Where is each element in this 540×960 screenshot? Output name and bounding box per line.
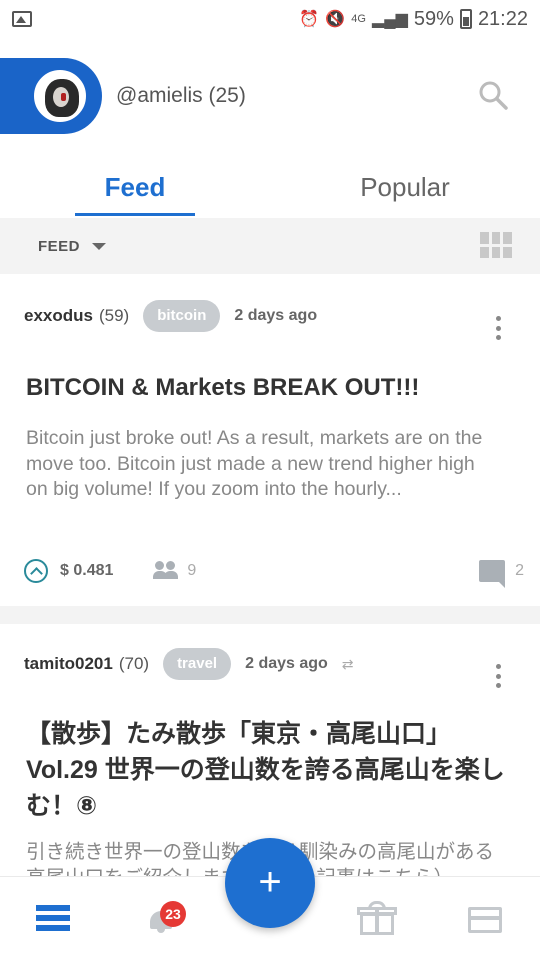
upvote-icon[interactable]	[24, 559, 48, 583]
wallet-icon[interactable]	[468, 907, 502, 933]
post-author[interactable]: tamito0201	[24, 654, 113, 674]
avatar-button[interactable]	[0, 58, 102, 134]
app-header: @amielis (25)	[0, 58, 540, 136]
post-card[interactable]: tamito0201 (70) travel 2 days ago ⇄ 【散歩】…	[0, 624, 540, 889]
post-tag[interactable]: bitcoin	[143, 300, 221, 332]
signal-icon: ▂▄▆	[371, 11, 408, 28]
post-author[interactable]: exxodus	[24, 306, 93, 326]
status-bar: ⏰ 🔇 4G ▂▄▆ 59% 21:22	[0, 0, 540, 38]
clock: 21:22	[477, 7, 528, 30]
voters-icon[interactable]	[153, 561, 181, 581]
chevron-down-icon[interactable]	[92, 242, 107, 250]
gift-icon[interactable]	[357, 901, 397, 935]
mute-icon: 🔇	[325, 11, 346, 28]
more-options-icon[interactable]	[496, 664, 502, 688]
more-options-icon[interactable]	[496, 316, 502, 340]
grid-view-icon[interactable]	[480, 232, 512, 258]
resteem-icon: ⇄	[341, 655, 354, 672]
alarm-icon: ⏰	[299, 11, 320, 28]
avatar[interactable]	[34, 70, 86, 122]
voter-count[interactable]: 9	[187, 562, 196, 580]
post-meta: tamito0201 (70) travel 2 days ago ⇄	[24, 648, 354, 680]
comment-count[interactable]: 2	[515, 562, 524, 580]
post-time: 2 days ago	[245, 655, 328, 672]
post-title[interactable]: 【散歩】たみ散歩「東京・高尾山口」Vol.29 世界一の登山数を誇る高尾山を楽し…	[26, 716, 516, 824]
comment-icon[interactable]	[479, 560, 506, 588]
divider	[0, 606, 540, 624]
post-card[interactable]: exxodus (59) bitcoin 2 days ago BITCOIN …	[0, 276, 540, 606]
network-label: 4G	[351, 13, 366, 25]
post-tag[interactable]: travel	[163, 648, 232, 680]
tab-feed[interactable]: Feed	[0, 160, 270, 216]
tab-bar: Feed Popular	[0, 160, 540, 216]
battery-percent: 59%	[413, 7, 454, 30]
feed-nav-icon[interactable]	[36, 905, 70, 931]
post-meta: exxodus (59) bitcoin 2 days ago	[24, 300, 317, 332]
search-icon[interactable]	[478, 80, 508, 110]
username[interactable]: @amielis (25)	[116, 84, 246, 108]
author-reputation: (59)	[98, 306, 130, 325]
image-notification-icon	[12, 11, 32, 27]
post-time: 2 days ago	[234, 307, 318, 324]
tab-popular[interactable]: Popular	[270, 160, 540, 216]
feed-filter-dropdown[interactable]: FEED	[38, 238, 80, 255]
battery-icon	[459, 9, 472, 29]
notification-badge: 23	[160, 901, 186, 927]
post-actions: $ 0.481 9 2	[24, 556, 524, 588]
filter-bar: FEED	[0, 218, 540, 274]
post-payout[interactable]: $ 0.481	[60, 562, 113, 580]
post-excerpt[interactable]: Bitcoin just broke out! As a result, mar…	[26, 426, 496, 503]
author-reputation: (70)	[118, 654, 150, 673]
new-post-fab-button[interactable]: +	[225, 838, 315, 928]
post-title[interactable]: BITCOIN & Markets BREAK OUT!!!	[26, 372, 516, 404]
